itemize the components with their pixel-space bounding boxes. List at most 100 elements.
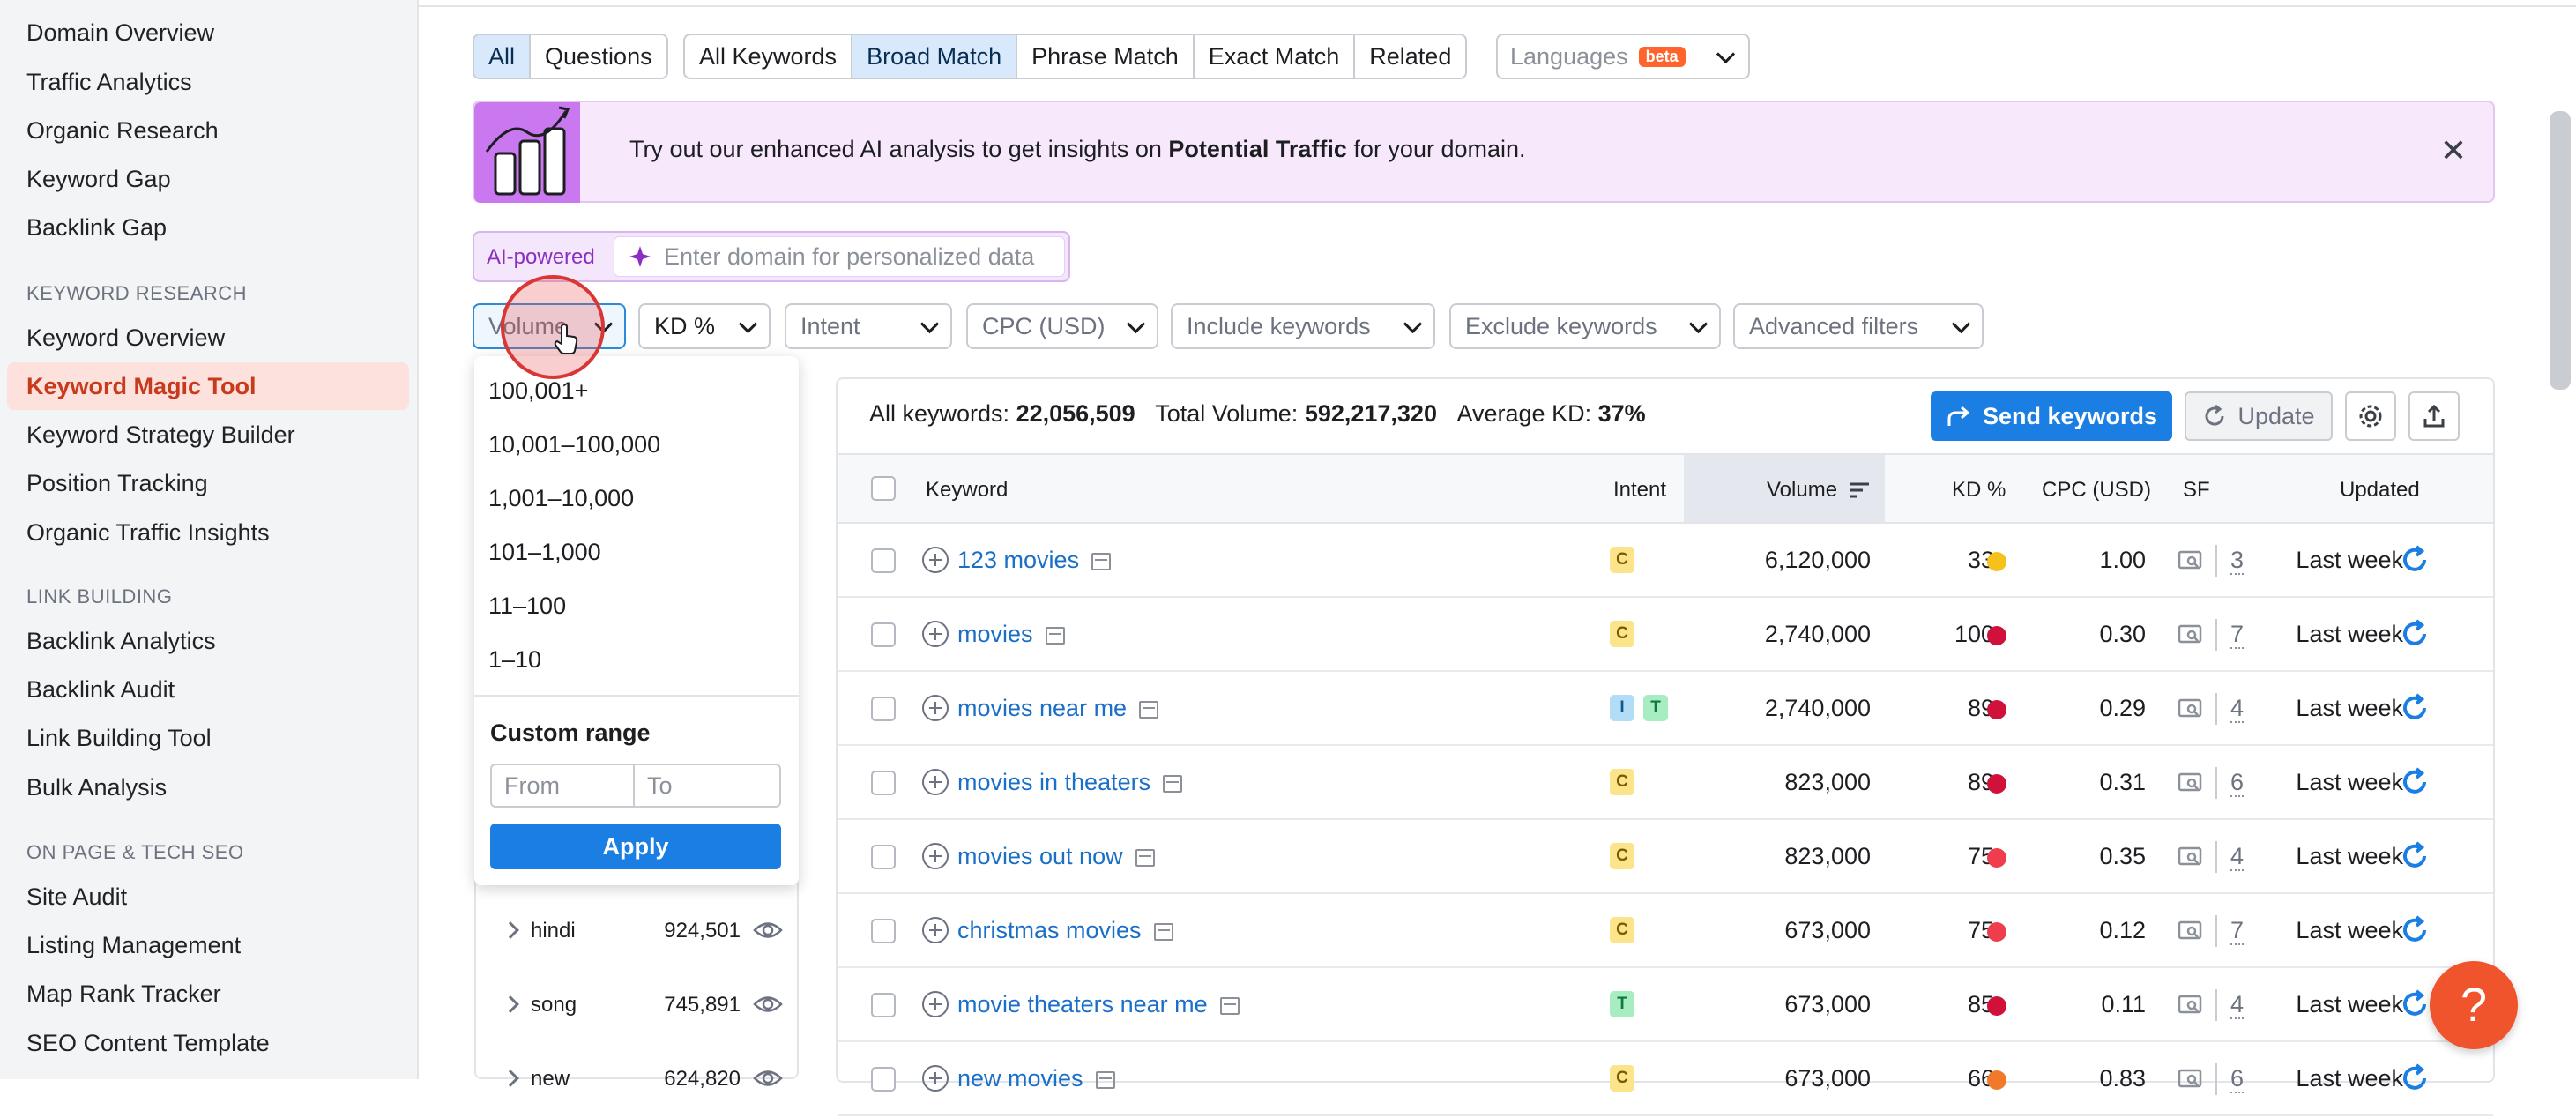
serp-features-icon[interactable]: [2178, 1069, 2202, 1090]
serp-preview-icon[interactable]: [1135, 848, 1155, 867]
sidebar-item-position-tracking[interactable]: Position Tracking: [26, 468, 208, 498]
settings-button[interactable]: [2345, 391, 2396, 441]
serp-features-count[interactable]: 4: [2230, 991, 2245, 1019]
tab-all[interactable]: All: [474, 35, 532, 78]
advanced-filters[interactable]: Advanced filters: [1733, 303, 1984, 349]
add-keyword-icon[interactable]: [922, 695, 949, 721]
sidebar-item-backlink-gap[interactable]: Backlink Gap: [26, 212, 167, 242]
row-checkbox[interactable]: [871, 548, 896, 573]
serp-preview-icon[interactable]: [1163, 774, 1183, 793]
cpc-filter[interactable]: CPC (USD): [966, 303, 1158, 349]
keyword-link[interactable]: movies near me: [957, 695, 1159, 722]
sort-desc-icon[interactable]: [1848, 481, 1871, 499]
header-sf[interactable]: SF: [2183, 478, 2210, 503]
serp-preview-icon[interactable]: [1139, 700, 1159, 719]
header-updated[interactable]: Updated: [2340, 478, 2420, 503]
refresh-icon[interactable]: [2400, 989, 2430, 1019]
keyword-link[interactable]: movies in theaters: [957, 769, 1183, 796]
sidebar-item-domain-overview[interactable]: Domain Overview: [26, 18, 214, 48]
serp-features-count[interactable]: 4: [2230, 843, 2245, 871]
header-intent[interactable]: Intent: [1613, 478, 1666, 503]
row-checkbox[interactable]: [871, 993, 896, 1017]
exclude-keywords-filter[interactable]: Exclude keywords: [1449, 303, 1721, 349]
serp-features-count[interactable]: 3: [2230, 547, 2245, 575]
serp-preview-icon[interactable]: [1045, 626, 1065, 645]
sidebar-item-map-rank-tracker[interactable]: Map Rank Tracker: [26, 979, 221, 1009]
volume-option[interactable]: 1,001–10,000: [488, 485, 634, 512]
serp-preview-icon[interactable]: [1095, 1070, 1115, 1089]
refresh-icon[interactable]: [2400, 545, 2430, 575]
tab-all-keywords[interactable]: All Keywords: [685, 35, 853, 78]
keyword-link[interactable]: movies out now: [957, 843, 1155, 870]
serp-features-icon[interactable]: [2178, 846, 2202, 868]
sidebar-item-organic-traffic-insights[interactable]: Organic Traffic Insights: [26, 518, 270, 548]
add-keyword-icon[interactable]: [922, 621, 949, 647]
add-keyword-icon[interactable]: [922, 991, 949, 1017]
add-keyword-icon[interactable]: [922, 917, 949, 943]
add-keyword-icon[interactable]: [922, 1065, 949, 1092]
refresh-icon[interactable]: [2400, 619, 2430, 649]
intent-filter[interactable]: Intent: [785, 303, 952, 349]
eye-icon[interactable]: [753, 917, 783, 943]
eye-icon[interactable]: [753, 1065, 783, 1092]
tab-broad-match[interactable]: Broad Match: [852, 35, 1018, 78]
keyword-link[interactable]: movies: [957, 621, 1065, 648]
sidebar-item-link-building-tool[interactable]: Link Building Tool: [26, 723, 212, 753]
sidebar-item-seo-content-template[interactable]: SEO Content Template: [26, 1028, 270, 1058]
export-button[interactable]: [2408, 391, 2460, 441]
serp-features-icon[interactable]: [2178, 772, 2202, 794]
refresh-icon[interactable]: [2400, 767, 2430, 797]
serp-features-icon[interactable]: [2178, 550, 2202, 571]
refresh-icon[interactable]: [2400, 693, 2430, 723]
serp-features-icon[interactable]: [2178, 624, 2202, 645]
sidebar-item-traffic-analytics[interactable]: Traffic Analytics: [26, 67, 192, 97]
include-keywords-filter[interactable]: Include keywords: [1171, 303, 1435, 349]
header-keyword[interactable]: Keyword: [926, 478, 1008, 503]
sidebar-item-keyword-gap[interactable]: Keyword Gap: [26, 164, 171, 194]
tab-related[interactable]: Related: [1355, 35, 1465, 78]
volume-option[interactable]: 11–100: [488, 593, 566, 620]
row-checkbox[interactable]: [871, 1067, 896, 1092]
keyword-link[interactable]: christmas movies: [957, 917, 1173, 944]
sidebar-item-organic-research[interactable]: Organic Research: [26, 116, 219, 145]
keyword-link[interactable]: 123 movies: [957, 547, 1112, 574]
serp-features-icon[interactable]: [2178, 995, 2202, 1016]
header-cpc[interactable]: CPC (USD): [2042, 478, 2151, 503]
select-all-checkbox[interactable]: [871, 476, 896, 501]
group-row[interactable]: hindi 924,501: [476, 896, 797, 970]
volume-option[interactable]: 10,001–100,000: [488, 431, 660, 458]
kd-filter[interactable]: KD %: [638, 303, 771, 349]
sidebar-item-keyword-strategy-builder[interactable]: Keyword Strategy Builder: [26, 420, 295, 450]
serp-features-count[interactable]: 6: [2230, 1065, 2245, 1093]
serp-features-icon[interactable]: [2178, 920, 2202, 942]
sidebar-item-backlink-analytics[interactable]: Backlink Analytics: [26, 626, 216, 656]
from-input[interactable]: From: [490, 764, 635, 808]
serp-features-count[interactable]: 7: [2230, 621, 2245, 649]
serp-features-count[interactable]: 6: [2230, 769, 2245, 797]
row-checkbox[interactable]: [871, 622, 896, 647]
sidebar-item-keyword-magic-tool[interactable]: Keyword Magic Tool: [26, 371, 257, 401]
update-button[interactable]: Update: [2185, 391, 2333, 441]
keyword-link[interactable]: movie theaters near me: [957, 991, 1240, 1018]
serp-preview-icon[interactable]: [1091, 552, 1112, 570]
domain-input[interactable]: Enter domain for personalized data: [614, 236, 1065, 277]
sidebar-item-listing-management[interactable]: Listing Management: [26, 930, 241, 960]
help-button[interactable]: ?: [2430, 961, 2518, 1049]
add-keyword-icon[interactable]: [922, 843, 949, 869]
send-keywords-button[interactable]: Send keywords: [1931, 391, 2172, 441]
serp-preview-icon[interactable]: [1219, 996, 1240, 1015]
serp-features-icon[interactable]: [2178, 698, 2202, 719]
close-icon[interactable]: ✕: [2440, 132, 2467, 169]
row-checkbox[interactable]: [871, 845, 896, 869]
tab-exact-match[interactable]: Exact Match: [1195, 35, 1356, 78]
sidebar-item-bulk-analysis[interactable]: Bulk Analysis: [26, 772, 167, 802]
volume-option[interactable]: 100,001+: [488, 377, 588, 405]
row-checkbox[interactable]: [871, 771, 896, 795]
sidebar-item-backlink-audit[interactable]: Backlink Audit: [26, 675, 175, 704]
scrollbar[interactable]: [2550, 111, 2571, 390]
volume-option[interactable]: 101–1,000: [488, 539, 601, 566]
refresh-icon[interactable]: [2400, 915, 2430, 945]
to-input[interactable]: To: [633, 764, 781, 808]
add-keyword-icon[interactable]: [922, 547, 949, 573]
serp-features-count[interactable]: 4: [2230, 695, 2245, 723]
